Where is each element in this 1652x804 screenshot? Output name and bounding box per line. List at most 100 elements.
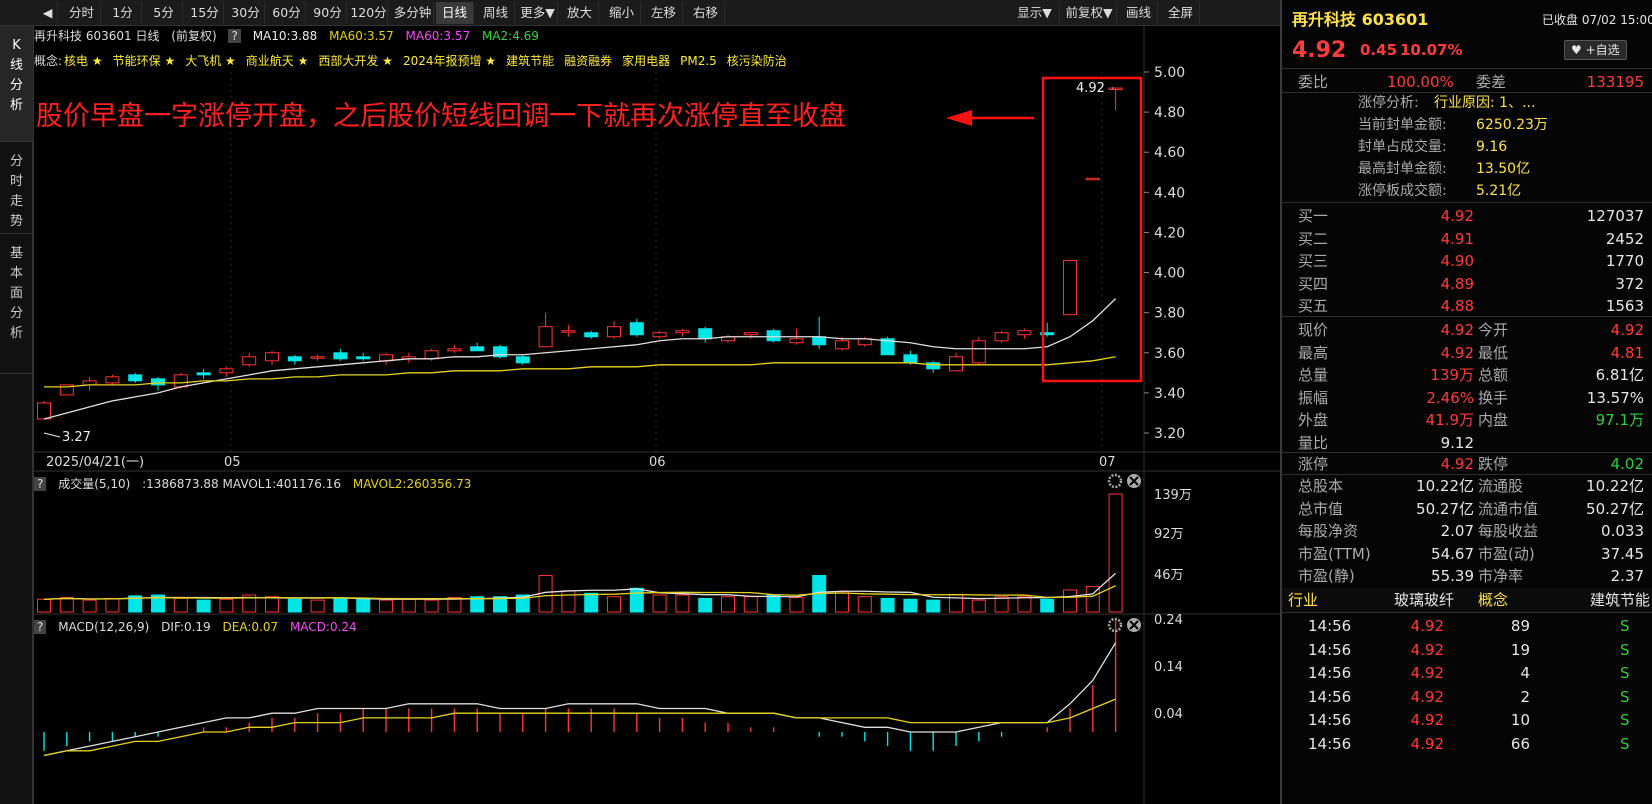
toolbar-item-19[interactable]: 画线	[1120, 2, 1158, 24]
candle-body[interactable]	[105, 376, 120, 384]
candle-body[interactable]	[926, 362, 941, 370]
toolbar-item-6[interactable]: 60分	[268, 2, 306, 24]
candle-body[interactable]	[1108, 87, 1123, 91]
dea-label: DEA:0.07	[222, 620, 279, 634]
candle-body[interactable]	[994, 332, 1009, 342]
toolbar-item-0[interactable]: ◀	[38, 2, 58, 24]
chart-canvas[interactable]: 5.004.804.604.404.204.003.803.603.403.20…	[34, 26, 1281, 804]
candle-body[interactable]	[652, 332, 667, 338]
concept-tag[interactable]: PM2.5	[680, 54, 717, 68]
toolbar-item-13[interactable]: 放大	[561, 2, 599, 24]
side-tab-2[interactable]: 基本面分析	[0, 234, 33, 374]
toolbar-item-2[interactable]: 1分	[104, 2, 142, 24]
bid-row[interactable]: 买四 4.89 372	[1282, 272, 1652, 294]
candle-body[interactable]	[949, 356, 963, 372]
candle-body[interactable]	[447, 348, 462, 352]
concept-tag[interactable]: 节能环保 ★	[113, 54, 176, 68]
candle-body[interactable]	[196, 372, 211, 376]
candle-body[interactable]	[287, 356, 302, 362]
concept-tag-label: 商业航天 ★	[245, 54, 309, 68]
concept-tag[interactable]: 核电 ★	[64, 54, 103, 68]
concept-tag[interactable]: 大飞机 ★	[185, 54, 236, 68]
candle-body[interactable]	[584, 332, 599, 338]
candle-body[interactable]	[903, 354, 918, 364]
concept-value[interactable]: 建筑节能	[1560, 588, 1650, 612]
candle-body[interactable]	[128, 374, 143, 382]
help-icon[interactable]: ?	[34, 477, 47, 491]
help-icon[interactable]: ?	[228, 29, 241, 43]
candle-body[interactable]	[538, 326, 553, 348]
toolbar-item-14[interactable]: 缩小	[603, 2, 641, 24]
concept-tag[interactable]: 2024年报预增 ★	[403, 54, 496, 68]
zt-analysis-row[interactable]: 涨停分析: 行业原因: 1、...	[1282, 92, 1652, 114]
toolbar-item-4[interactable]: 15分	[186, 2, 224, 24]
toolbar-item-15[interactable]: 左移	[645, 2, 683, 24]
candle-body[interactable]	[470, 346, 485, 352]
concept-tag[interactable]: 商业航天 ★	[246, 54, 309, 68]
candle-body[interactable]	[310, 356, 325, 359]
side-tab-0[interactable]: K线分析	[0, 26, 33, 142]
candle-body[interactable]	[743, 332, 758, 336]
gear-icon[interactable]	[1107, 473, 1123, 489]
candle-body[interactable]	[561, 330, 576, 333]
candle-body[interactable]	[1063, 260, 1077, 316]
candle-body[interactable]	[424, 350, 439, 360]
toolbar-item-16[interactable]: 右移	[687, 2, 725, 24]
toolbar-item-9[interactable]: 多分钟	[392, 2, 434, 24]
toolbar-item-11[interactable]: 周线	[477, 2, 515, 24]
adj-label[interactable]: (前复权)	[171, 29, 216, 43]
candle-body[interactable]	[607, 326, 621, 338]
candle-body[interactable]	[698, 328, 713, 340]
candle-body[interactable]	[629, 322, 644, 336]
concept-tag[interactable]: 家用电器	[622, 54, 670, 68]
price-tick: 3.20	[1154, 426, 1185, 442]
concept-tag[interactable]: 建筑节能	[506, 54, 554, 68]
fund-row-label-2: 每股收益	[1478, 522, 1539, 540]
fund-row-label-2: 流通市值	[1478, 499, 1539, 518]
toolbar-item-20[interactable]: 全屏	[1162, 2, 1200, 24]
candle-body[interactable]	[1085, 177, 1100, 181]
candle-body[interactable]	[1017, 330, 1032, 336]
candle-body[interactable]	[971, 340, 986, 364]
zt-reason[interactable]: 行业原因: 1、...	[1434, 92, 1535, 114]
candle-body[interactable]	[812, 336, 827, 346]
kline-chart-area[interactable]: 5.00 4.80 4.60 4.40 4.20 4.00 3.80 3.60 3.40 3.20…	[33, 26, 1281, 804]
toolbar-item-12[interactable]: 更多▼	[518, 2, 558, 24]
help-icon[interactable]: ?	[34, 620, 47, 634]
toolbar-item-5[interactable]: 30分	[227, 2, 265, 24]
candle-body[interactable]	[173, 374, 188, 388]
bid-row[interactable]: 买五 4.88 1563	[1282, 294, 1652, 316]
candle-body[interactable]	[219, 368, 234, 374]
candle-body[interactable]	[37, 402, 51, 420]
candle-body[interactable]	[835, 340, 849, 350]
fund-row-value: 55.39	[1431, 567, 1474, 585]
candle-body[interactable]	[766, 330, 781, 342]
ma2-label: MA2:4.69	[481, 29, 539, 43]
side-tab-1[interactable]: 分时走势	[0, 142, 33, 234]
candle-body[interactable]	[515, 356, 530, 364]
bid-row[interactable]: 买一 4.92 127037	[1282, 204, 1652, 226]
toolbar-item-17[interactable]: 显示▼	[1010, 2, 1060, 24]
concept-tag[interactable]: 西部大开发 ★	[318, 54, 393, 68]
candle-body[interactable]	[356, 356, 371, 360]
toolbar-item-8[interactable]: 120分	[350, 2, 388, 24]
toolbar-item-18[interactable]: 前复权▼	[1062, 2, 1117, 24]
bid-row[interactable]: 买二 4.91 2452	[1282, 227, 1652, 249]
concept-tag[interactable]: 融资融券	[564, 54, 612, 68]
industry-value[interactable]: 玻璃玻纤	[1394, 588, 1454, 612]
candle-body[interactable]	[789, 338, 804, 344]
candle-body[interactable]	[333, 352, 348, 360]
add-favorite-button[interactable]: ♥ +自选	[1564, 40, 1627, 60]
concept-tag[interactable]: 核污染防治	[727, 54, 787, 68]
toolbar-item-7[interactable]: 90分	[309, 2, 347, 24]
candle-body[interactable]	[265, 352, 279, 362]
bid-row[interactable]: 买三 4.90 1770	[1282, 249, 1652, 271]
trade-row: 14:56 4.92 66 S	[1282, 732, 1652, 756]
candle-body[interactable]	[242, 356, 257, 366]
toolbar-item-3[interactable]: 5分	[145, 2, 183, 24]
candle-body[interactable]	[675, 330, 690, 334]
toolbar-item-1[interactable]: 分时	[63, 2, 101, 24]
toolbar-item-10[interactable]: 日线	[436, 2, 474, 24]
trade-time: 14:56	[1308, 734, 1352, 753]
candle-body[interactable]	[151, 378, 165, 386]
